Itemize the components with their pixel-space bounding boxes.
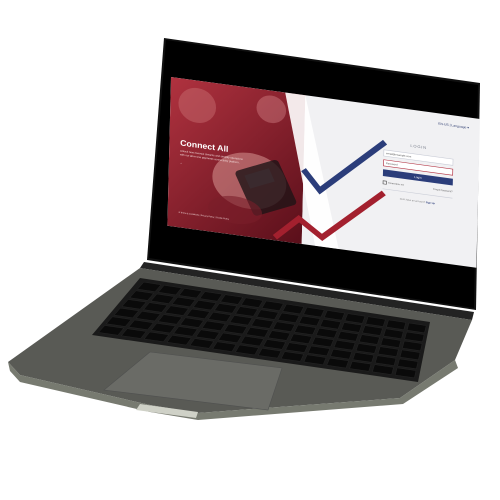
forgot-password-link[interactable]: Forgot Password? bbox=[433, 188, 453, 193]
password-field-value: Password bbox=[385, 161, 398, 167]
remember-me-label: Remember me bbox=[388, 181, 405, 187]
email-field-value: email@example.com bbox=[386, 151, 412, 159]
checkbox-icon bbox=[382, 180, 387, 185]
login-form: LOGIN email@example.com Password Login R… bbox=[382, 141, 454, 207]
remember-me-checkbox[interactable]: Remember me bbox=[382, 180, 405, 187]
